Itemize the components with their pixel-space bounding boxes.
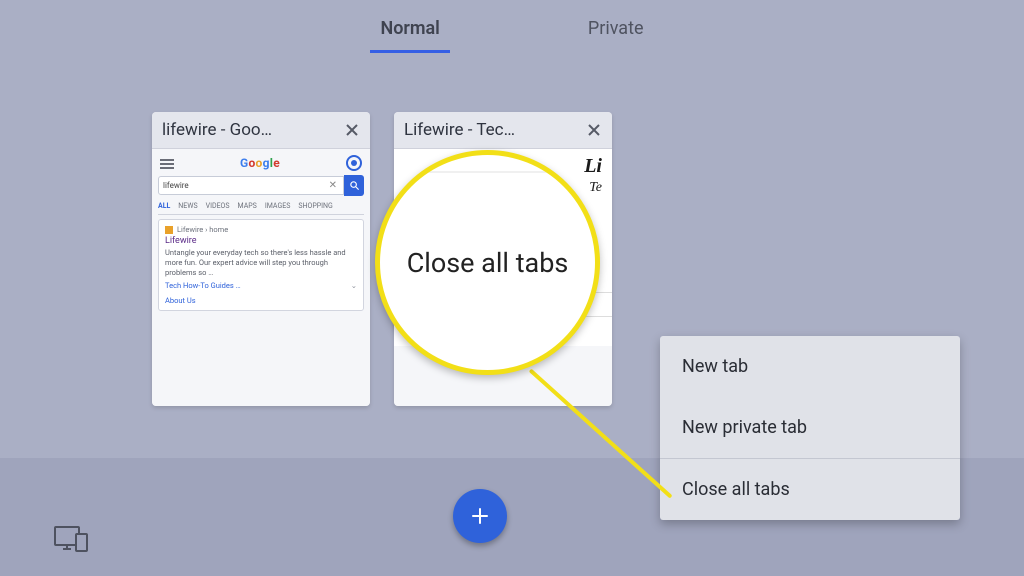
callout-text: Close all tabs xyxy=(407,247,569,279)
menu-item-close-all-tabs[interactable]: Close all tabs xyxy=(660,459,960,520)
tab-normal[interactable]: Normal xyxy=(376,12,443,49)
result-title: Lifewire xyxy=(165,236,357,246)
tab-card-title: lifewire - Goo… xyxy=(162,120,272,140)
clear-icon: ✕ xyxy=(327,180,339,191)
menu-item-new-private-tab[interactable]: New private tab xyxy=(660,397,960,458)
nav-item: MAPS xyxy=(238,202,257,210)
favicon-icon xyxy=(165,226,173,234)
search-result: Lifewire › home Lifewire Untangle your e… xyxy=(158,219,364,311)
magnifier-callout: Close all tabs xyxy=(375,150,600,375)
result-source: Lifewire › home xyxy=(177,225,228,234)
search-button xyxy=(344,175,364,196)
mode-tabs: Normal Private xyxy=(0,12,1024,49)
devices-icon[interactable] xyxy=(54,526,88,556)
result-sublink: Tech How-To Guides …⌄ xyxy=(165,281,357,290)
tab-private[interactable]: Private xyxy=(584,12,648,49)
nav-item: SHOPPING xyxy=(298,202,332,210)
nav-item: NEWS xyxy=(178,202,197,210)
menu-icon xyxy=(160,157,174,169)
tab-card-header: lifewire - Goo… xyxy=(152,112,370,149)
tab-card-preview: Google lifewire ✕ ALL NEWS VIDEOS MAPS I… xyxy=(152,149,370,406)
tab-card-title: Lifewire - Tec… xyxy=(404,120,515,140)
new-tab-fab[interactable] xyxy=(453,489,507,543)
search-input: lifewire ✕ xyxy=(158,176,344,195)
chevron-down-icon: ⌄ xyxy=(351,281,357,290)
nav-item: VIDEOS xyxy=(206,202,230,210)
google-logo: Google xyxy=(240,156,280,170)
menu-item-new-tab[interactable]: New tab xyxy=(660,336,960,397)
nav-item: ALL xyxy=(158,202,170,210)
close-icon[interactable] xyxy=(586,122,602,138)
tab-card[interactable]: lifewire - Goo… Google lifewire ✕ ALL NE… xyxy=(152,112,370,406)
search-query: lifewire xyxy=(163,181,327,190)
plus-icon xyxy=(468,504,492,528)
close-icon[interactable] xyxy=(344,122,360,138)
profile-icon xyxy=(346,155,362,171)
nav-item: IMAGES xyxy=(265,202,291,210)
search-nav: ALL NEWS VIDEOS MAPS IMAGES SHOPPING xyxy=(158,200,364,215)
result-about: About Us xyxy=(165,296,357,305)
context-menu: New tab New private tab Close all tabs xyxy=(660,336,960,520)
tab-card-header: Lifewire - Tec… xyxy=(394,112,612,149)
result-description: Untangle your everyday tech so there's l… xyxy=(165,248,357,277)
